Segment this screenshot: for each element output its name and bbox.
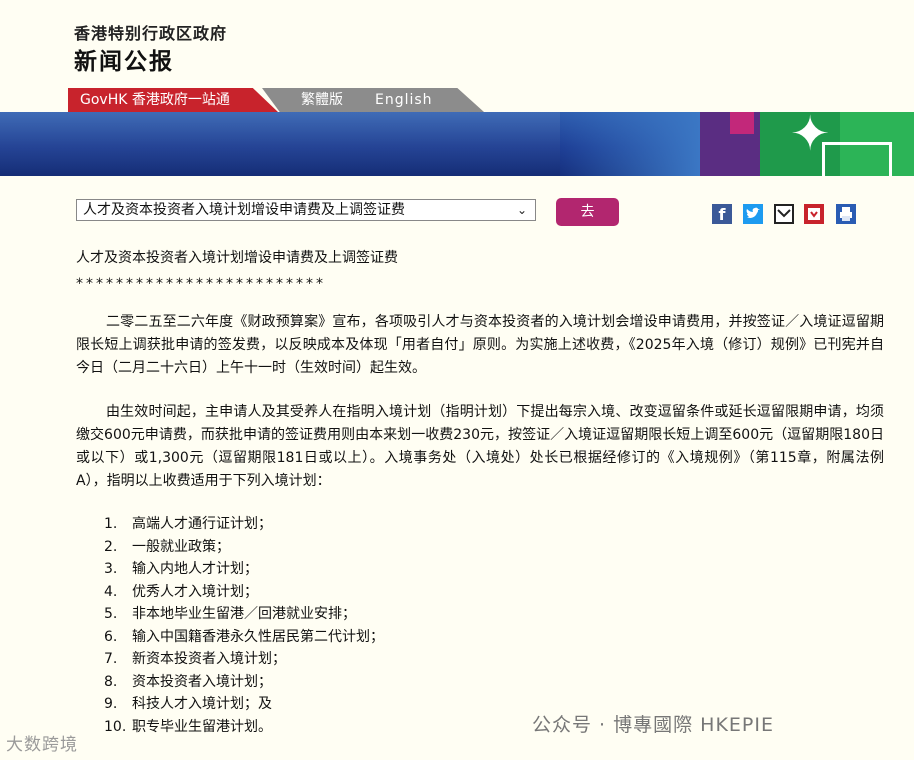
list-text: 输入中国籍香港永久性居民第二代计划； xyxy=(132,628,384,645)
list-text: 新资本投资者入境计划； xyxy=(132,651,286,667)
headline-separator: ************************* xyxy=(76,276,326,292)
list-number: 4. xyxy=(104,583,118,600)
print-icon[interactable] xyxy=(836,204,856,224)
list-number: 7. xyxy=(104,651,118,667)
list-text: 非本地毕业生留港／回港就业安排； xyxy=(132,606,356,622)
banner-stripe xyxy=(560,112,700,176)
list-text: 科技人才入境计划；及 xyxy=(132,696,272,712)
english-link[interactable]: English xyxy=(375,88,433,112)
paragraph-2: 由生效时间起，主申请人及其受养人在指明入境计划（指明计划）下提出每宗入境、改变逗… xyxy=(76,404,884,489)
list-item: 9. 科技人才入境计划；及 xyxy=(104,693,384,716)
chevron-down-icon: ⌄ xyxy=(516,203,527,217)
list-item: 8. 资本投资者入境计划； xyxy=(104,671,384,694)
list-number: 10. xyxy=(104,718,127,735)
list-number: 9. xyxy=(104,696,118,712)
list-item: 10. 职专毕业生留港计划。 xyxy=(104,716,384,739)
banner-frame xyxy=(822,142,892,176)
list-item: 7. 新资本投资者入境计划； xyxy=(104,648,384,671)
list-number: 1. xyxy=(104,516,118,532)
list-number: 6. xyxy=(104,628,118,645)
list-text: 一般就业政策； xyxy=(132,538,230,555)
list-item: 4. 优秀人才入境计划； xyxy=(104,581,384,604)
save-icon[interactable] xyxy=(804,204,824,224)
go-button[interactable]: 去 xyxy=(556,198,619,226)
list-number: 8. xyxy=(104,673,118,690)
article-select[interactable]: 人才及资本投资者入境计划增设申请费及上调签证费 ⌄ xyxy=(76,199,536,221)
press-title: 新闻公报 xyxy=(74,49,174,75)
list-item: 5. 非本地毕业生留港／回港就业安排； xyxy=(104,603,384,626)
list-text: 职专毕业生留港计划。 xyxy=(132,718,272,735)
corner-watermark: 大数跨境 xyxy=(6,735,78,755)
list-number: 2. xyxy=(104,538,118,555)
banner-graphic: ✦ xyxy=(0,112,914,176)
list-text: 资本投资者入境计划； xyxy=(132,673,272,690)
email-icon[interactable] xyxy=(774,204,794,224)
top-navbar: GovHK 香港政府一站通 繁體版 English xyxy=(0,88,914,112)
list-number: 3. xyxy=(104,561,118,577)
list-item: 2. 一般就业政策； xyxy=(104,536,384,559)
list-item: 1. 高端人才通行证计划； xyxy=(104,513,384,536)
list-item: 3. 输入内地人才计划； xyxy=(104,558,384,581)
traditional-chinese-link[interactable]: 繁體版 xyxy=(301,88,343,112)
list-item: 6. 输入中国籍香港永久性居民第二代计划； xyxy=(104,626,384,649)
list-text: 高端人才通行证计划； xyxy=(132,516,272,532)
org-title: 香港特别行政区政府 xyxy=(74,24,228,43)
list-text: 优秀人才入境计划； xyxy=(132,583,258,600)
govhk-link[interactable]: GovHK 香港政府一站通 xyxy=(68,88,278,112)
page-header: 香港特别行政区政府 新闻公报 xyxy=(0,0,914,88)
wechat-watermark: 公众号 · 博專國際 HKEPIE xyxy=(532,714,774,736)
list-number: 5. xyxy=(104,606,118,622)
banner-block-magenta xyxy=(730,112,754,134)
article-headline: 人才及资本投资者入境计划增设申请费及上调签证费 xyxy=(76,250,398,266)
scheme-list: 1. 高端人才通行证计划； 2. 一般就业政策； 3. 输入内地人才计划； 4. 优秀人… xyxy=(104,513,384,738)
language-bar xyxy=(262,88,484,112)
banner-wash xyxy=(0,112,560,176)
article-select-value: 人才及资本投资者入境计划增设申请费及上调签证费 xyxy=(83,202,405,218)
paragraph-1: 二零二五至二六年度《财政预算案》宣布，各项吸引人才与资本投资者的入境计划会增设申… xyxy=(76,314,884,376)
facebook-icon[interactable]: f xyxy=(712,204,732,224)
twitter-icon[interactable] xyxy=(743,204,763,224)
list-text: 输入内地人才计划； xyxy=(132,561,258,577)
